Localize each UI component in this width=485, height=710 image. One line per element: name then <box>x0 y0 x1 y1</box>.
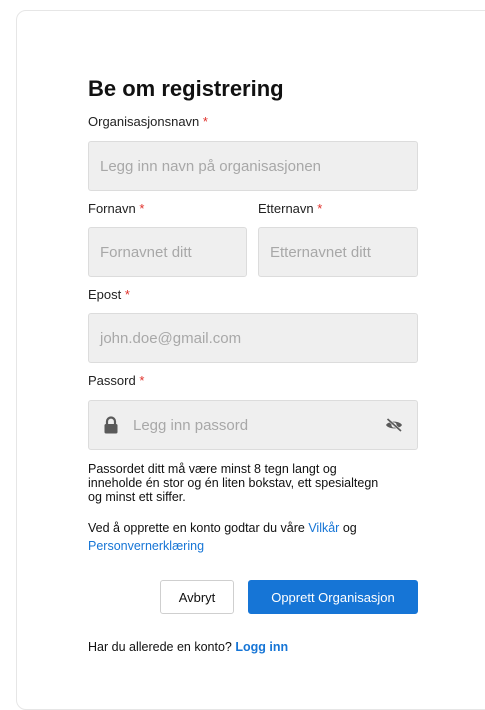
email-label-text: Epost <box>88 287 122 302</box>
password-input[interactable]: Legg inn passord <box>88 400 418 450</box>
password-requirements: Passordet ditt må være minst 8 tegn lang… <box>88 462 379 504</box>
last-name-label-text: Etternavn <box>258 201 314 216</box>
name-row: Fornavn * Fornavnet ditt Etternavn * Ett… <box>88 201 418 277</box>
last-name-input[interactable]: Etternavnet ditt <box>258 227 418 277</box>
terms-text: Ved å opprette en konto godtar du våre V… <box>88 519 408 555</box>
eye-slash-icon[interactable] <box>385 418 403 432</box>
password-placeholder: Legg inn passord <box>133 416 249 434</box>
org-name-label: Organisasjonsnavn * <box>88 114 418 130</box>
org-name-placeholder: Legg inn navn på organisasjonen <box>100 157 322 175</box>
required-marker: * <box>139 201 145 216</box>
login-prompt: Har du allerede en konto? Logg inn <box>88 640 418 654</box>
login-link[interactable]: Logg inn <box>235 640 288 654</box>
cancel-button[interactable]: Avbryt <box>160 580 234 614</box>
terms-link[interactable]: Vilkår <box>308 521 339 535</box>
required-marker: * <box>124 287 130 302</box>
lock-icon <box>103 416 119 434</box>
terms-prefix: Ved å opprette en konto godtar du våre <box>88 521 309 535</box>
create-organization-button[interactable]: Opprett Organisasjon <box>248 580 418 614</box>
last-name-placeholder: Etternavnet ditt <box>270 243 371 261</box>
email-input[interactable]: john.doe@gmail.com <box>88 313 418 363</box>
first-name-label: Fornavn * <box>88 201 247 217</box>
terms-and: og <box>339 521 357 535</box>
login-prefix: Har du allerede en konto? <box>88 640 236 654</box>
required-marker: * <box>317 201 323 216</box>
required-marker: * <box>202 114 208 129</box>
email-placeholder: john.doe@gmail.com <box>100 329 242 347</box>
password-label-text: Passord <box>88 373 136 388</box>
button-row: Avbryt Opprett Organisasjon <box>88 580 418 614</box>
password-label: Passord * <box>88 373 418 389</box>
first-name-input[interactable]: Fornavnet ditt <box>88 227 247 277</box>
org-name-label-text: Organisasjonsnavn <box>88 114 200 129</box>
registration-form: Be om registrering Organisasjonsnavn * L… <box>88 76 418 654</box>
privacy-link[interactable]: Personvernerklæring <box>88 539 204 553</box>
last-name-label: Etternavn * <box>258 201 418 217</box>
first-name-group: Fornavn * Fornavnet ditt <box>88 201 247 277</box>
first-name-placeholder: Fornavnet ditt <box>100 243 192 261</box>
last-name-group: Etternavn * Etternavnet ditt <box>258 201 418 277</box>
required-marker: * <box>139 373 145 388</box>
page-title: Be om registrering <box>88 76 284 101</box>
email-label: Epost * <box>88 287 418 303</box>
org-name-input[interactable]: Legg inn navn på organisasjonen <box>88 141 418 191</box>
first-name-label-text: Fornavn <box>88 201 136 216</box>
